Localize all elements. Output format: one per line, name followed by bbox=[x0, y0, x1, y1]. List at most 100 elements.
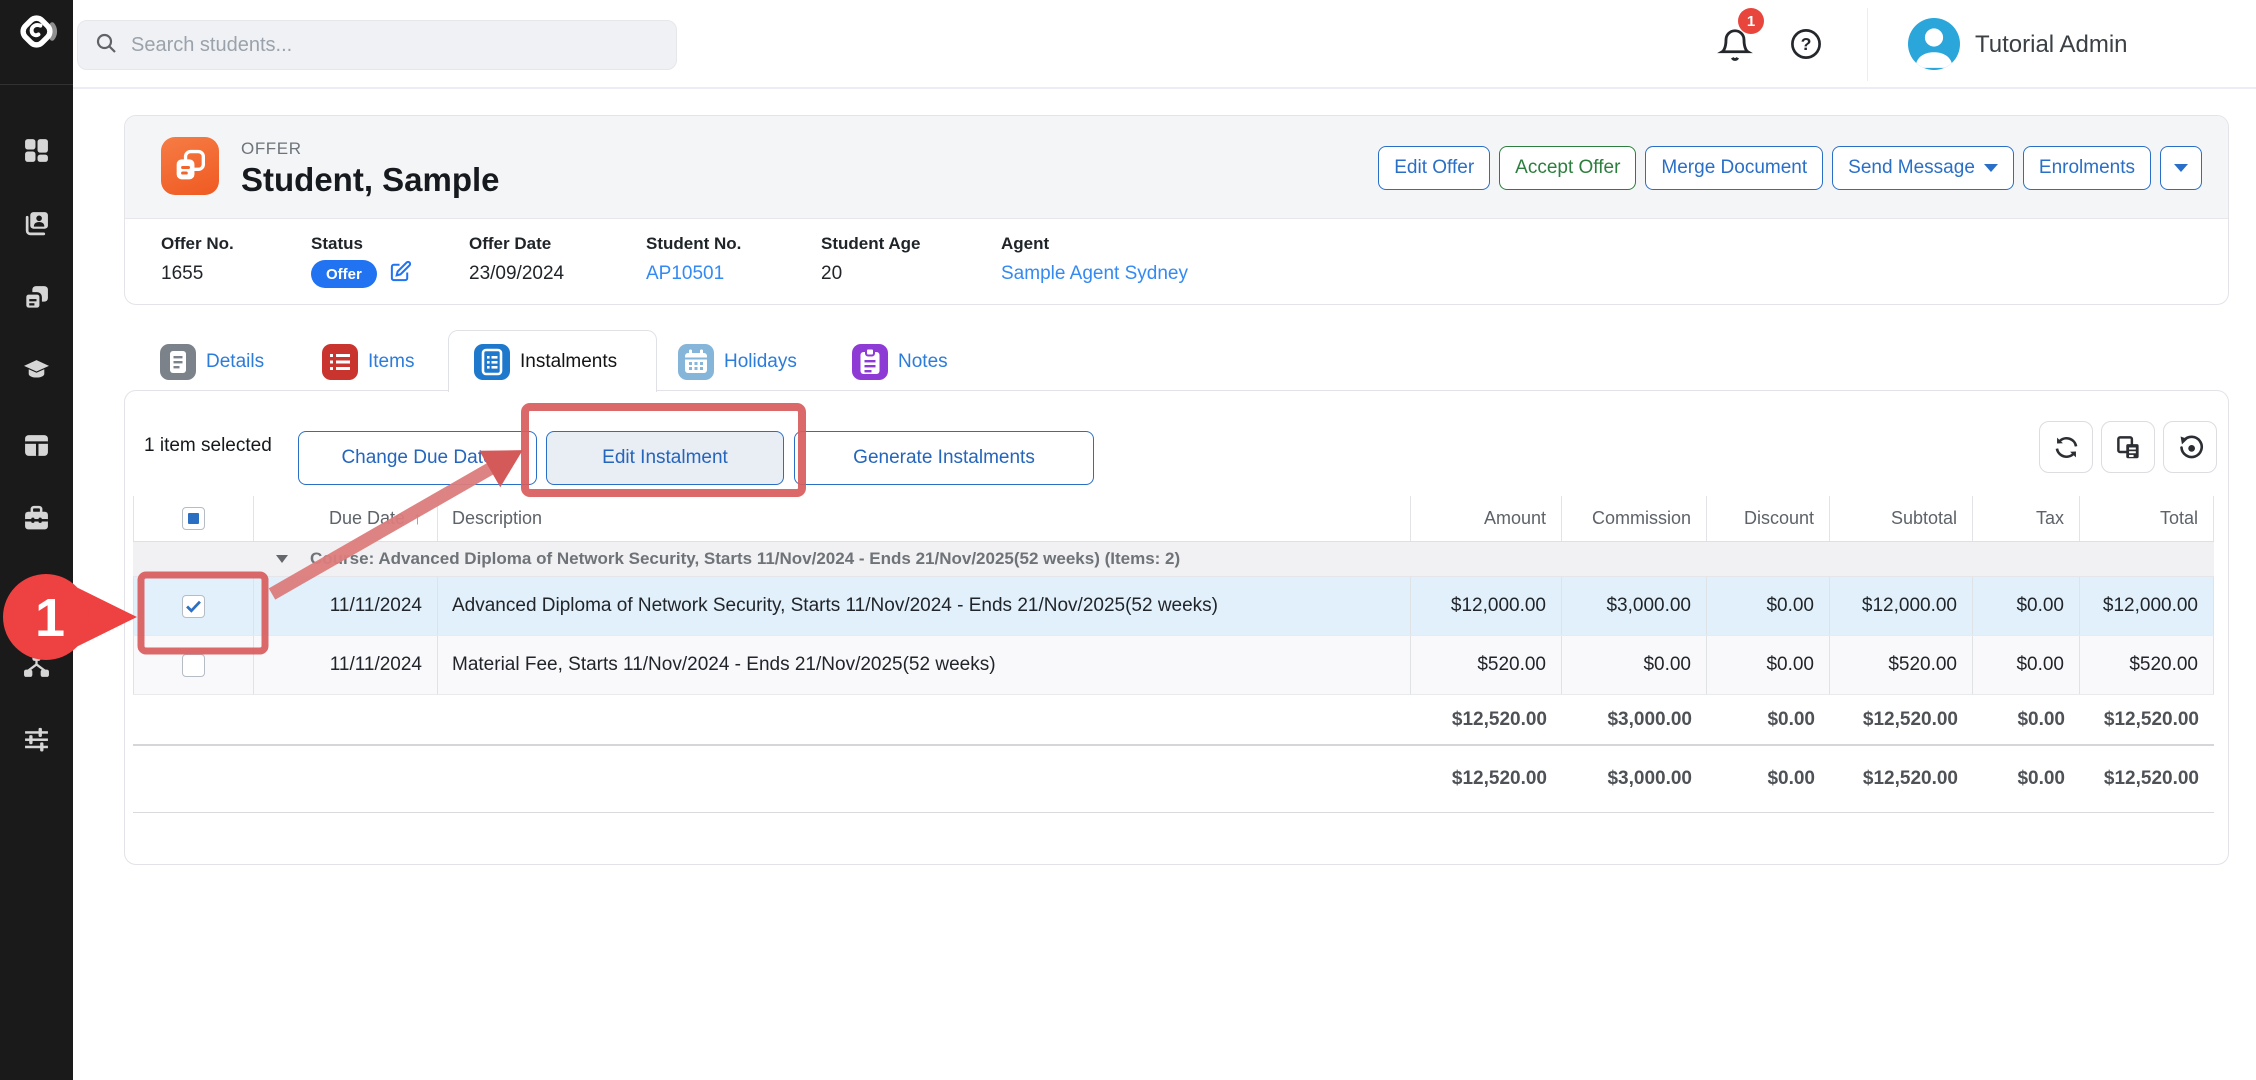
boards-layout-icon[interactable] bbox=[23, 432, 50, 459]
field-status: Status Offer bbox=[311, 234, 412, 288]
history-restore-button[interactable] bbox=[2163, 421, 2217, 473]
field-offer-no: Offer No. 1655 bbox=[161, 234, 234, 285]
column-header-amount[interactable]: Amount bbox=[1411, 496, 1562, 541]
select-all-checkbox[interactable] bbox=[182, 507, 205, 530]
tax-cell: $0.00 bbox=[1973, 577, 2080, 635]
agent-link[interactable]: Sample Agent Sydney bbox=[1001, 263, 1188, 285]
user-name[interactable]: Tutorial Admin bbox=[1975, 0, 2128, 89]
table-row[interactable]: 11/11/2024 Advanced Diploma of Network S… bbox=[133, 577, 2214, 636]
amount-cell: $520.00 bbox=[1411, 636, 1562, 694]
field-offer-date: Offer Date 23/09/2024 bbox=[469, 234, 564, 285]
details-document-icon bbox=[160, 344, 196, 380]
accept-offer-button[interactable]: Accept Offer bbox=[1499, 146, 1636, 190]
group-header-row[interactable]: Course: Advanced Diploma of Network Secu… bbox=[133, 542, 2214, 577]
courses-graduation-cap-icon[interactable] bbox=[23, 357, 50, 384]
amount-cell: $12,000.00 bbox=[1411, 577, 1562, 635]
search-input[interactable] bbox=[131, 34, 660, 57]
tab-label: Details bbox=[206, 351, 264, 373]
field-label: Agent bbox=[1001, 234, 1188, 254]
field-student-age: Student Age 20 bbox=[821, 234, 920, 285]
field-label: Offer Date bbox=[469, 234, 564, 254]
discount-cell: $0.00 bbox=[1707, 577, 1830, 635]
tab-label: Instalments bbox=[520, 351, 617, 373]
group-total-tax: $0.00 bbox=[1973, 695, 2080, 744]
group-total-total: $12,520.00 bbox=[2080, 695, 2214, 744]
grand-total-subtotal: $12,520.00 bbox=[1830, 746, 1973, 812]
tab-label: Notes bbox=[898, 351, 948, 373]
more-actions-button[interactable] bbox=[2160, 146, 2202, 190]
change-due-date-button[interactable]: Change Due Date bbox=[298, 431, 537, 485]
dashboard-icon[interactable] bbox=[23, 137, 50, 164]
send-message-button[interactable]: Send Message bbox=[1832, 146, 2014, 190]
copy-report-button[interactable] bbox=[2101, 421, 2155, 473]
refresh-button[interactable] bbox=[2039, 421, 2093, 473]
merge-document-button[interactable]: Merge Document bbox=[1645, 146, 1823, 190]
field-value: 1655 bbox=[161, 263, 234, 285]
grand-total-amount: $12,520.00 bbox=[1411, 746, 1562, 812]
subtotal-cell: $12,000.00 bbox=[1830, 577, 1973, 635]
tab-instalments[interactable]: Instalments bbox=[474, 344, 617, 380]
avatar[interactable] bbox=[1908, 18, 1960, 70]
sidebar bbox=[0, 0, 73, 1080]
notes-clipboard-icon bbox=[852, 344, 888, 380]
tab-notes[interactable]: Notes bbox=[852, 344, 948, 380]
column-header-total[interactable]: Total bbox=[2080, 496, 2214, 541]
services-briefcase-icon[interactable] bbox=[23, 505, 50, 532]
table-header-row: Due Date↑ Description Amount Commission … bbox=[133, 496, 2214, 542]
total-cell: $520.00 bbox=[2080, 636, 2214, 694]
grand-total-commission: $3,000.00 bbox=[1562, 746, 1707, 812]
enrolments-button[interactable]: Enrolments bbox=[2023, 146, 2151, 190]
column-header-commission[interactable]: Commission bbox=[1562, 496, 1707, 541]
collapse-caret-icon[interactable] bbox=[276, 555, 288, 563]
indeterminate-mark bbox=[188, 513, 199, 524]
field-value: 23/09/2024 bbox=[469, 263, 564, 285]
student-no-link[interactable]: AP10501 bbox=[646, 263, 741, 285]
instalments-table: Due Date↑ Description Amount Commission … bbox=[133, 496, 2214, 813]
edit-status-icon[interactable] bbox=[389, 260, 412, 288]
workflow-network-icon[interactable] bbox=[23, 652, 50, 679]
column-header-due-date[interactable]: Due Date↑ bbox=[254, 496, 438, 541]
grand-totals-row: $12,520.00 $3,000.00 $0.00 $12,520.00 $0… bbox=[133, 746, 2214, 813]
users-icon[interactable] bbox=[23, 579, 50, 606]
commission-cell: $3,000.00 bbox=[1562, 577, 1707, 635]
student-id-card-icon[interactable] bbox=[23, 210, 50, 237]
help-icon[interactable]: ? bbox=[1789, 27, 1823, 61]
edit-instalment-button[interactable]: Edit Instalment bbox=[546, 431, 784, 485]
search-icon bbox=[94, 31, 118, 60]
topbar-divider bbox=[1867, 8, 1868, 81]
notification-count-badge: 1 bbox=[1738, 8, 1764, 34]
holidays-calendar-icon bbox=[678, 344, 714, 380]
field-label: Student Age bbox=[821, 234, 920, 254]
field-label: Status bbox=[311, 234, 412, 254]
total-cell: $12,000.00 bbox=[2080, 577, 2214, 635]
column-header-tax[interactable]: Tax bbox=[1973, 496, 2080, 541]
offer-actions: Edit Offer Accept Offer Merge Document S… bbox=[1378, 146, 2202, 190]
grand-total-tax: $0.00 bbox=[1973, 746, 2080, 812]
column-header-description[interactable]: Description bbox=[438, 496, 1411, 541]
description-cell: Advanced Diploma of Network Security, St… bbox=[438, 577, 1411, 635]
tab-label: Items bbox=[368, 351, 414, 373]
table-row[interactable]: 11/11/2024 Material Fee, Starts 11/Nov/2… bbox=[133, 636, 2214, 695]
items-list-icon bbox=[322, 344, 358, 380]
field-value: 20 bbox=[821, 263, 920, 285]
tab-holidays[interactable]: Holidays bbox=[678, 344, 797, 380]
settings-sliders-icon[interactable] bbox=[23, 726, 50, 753]
column-header-subtotal[interactable]: Subtotal bbox=[1830, 496, 1973, 541]
offers-documents-icon[interactable] bbox=[23, 284, 50, 311]
row-checkbox-unchecked[interactable] bbox=[182, 654, 205, 677]
app-logo-icon[interactable] bbox=[13, 8, 60, 55]
search-box[interactable] bbox=[77, 20, 677, 70]
sort-asc-icon: ↑ bbox=[413, 508, 422, 529]
selection-count-text: 1 item selected bbox=[144, 435, 272, 457]
tab-label: Holidays bbox=[724, 351, 797, 373]
generate-instalments-button[interactable]: Generate Instalments bbox=[794, 431, 1094, 485]
row-checkbox-checked[interactable] bbox=[182, 595, 205, 618]
column-header-discount[interactable]: Discount bbox=[1707, 496, 1830, 541]
edit-offer-button[interactable]: Edit Offer bbox=[1378, 146, 1490, 190]
status-badge: Offer bbox=[311, 260, 377, 288]
tab-details[interactable]: Details bbox=[160, 344, 264, 380]
tab-items[interactable]: Items bbox=[322, 344, 414, 380]
field-student-no: Student No. AP10501 bbox=[646, 234, 741, 285]
subtotal-cell: $520.00 bbox=[1830, 636, 1973, 694]
due-date-cell: 11/11/2024 bbox=[254, 636, 438, 694]
